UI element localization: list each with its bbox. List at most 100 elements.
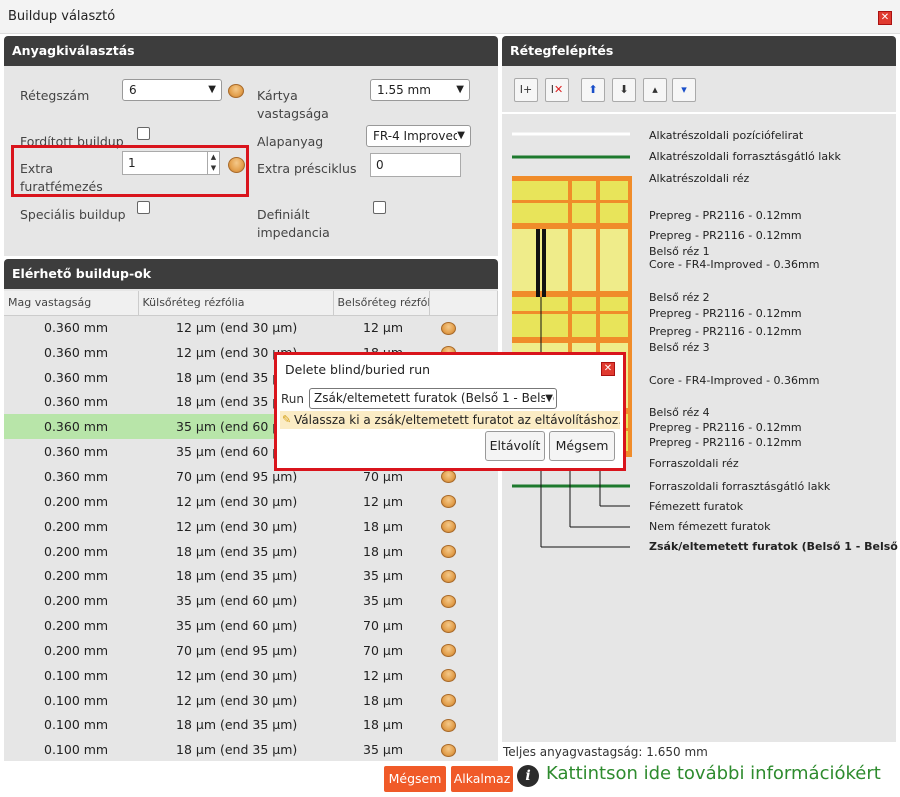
move-up-icon[interactable]: ⬆ bbox=[581, 78, 605, 102]
price-coin-icon[interactable] bbox=[441, 594, 456, 608]
table-row[interactable]: 0.200 mm 12 µm (end 30 µm) 18 µm bbox=[4, 514, 497, 539]
remove-button[interactable]: Eltávolít bbox=[485, 431, 545, 461]
table-cell: 0.200 mm bbox=[44, 642, 109, 658]
price-coin-icon[interactable] bbox=[441, 743, 456, 757]
impedance-checkbox[interactable] bbox=[373, 201, 386, 214]
base-material-label: Alapanyag bbox=[257, 134, 324, 149]
table-row[interactable]: 0.200 mm 70 µm (end 95 µm) 70 µm bbox=[4, 638, 497, 663]
table-cell: 35 µm bbox=[363, 568, 404, 584]
core-layer bbox=[572, 229, 596, 291]
material-panel-header: Anyagkiválasztás bbox=[4, 36, 498, 66]
table-cell: 35 µm bbox=[363, 742, 404, 758]
column-header[interactable]: Külsőréteg rézfólia bbox=[138, 291, 334, 316]
table-cell: 0.100 mm bbox=[44, 717, 109, 733]
price-cell[interactable] bbox=[429, 737, 497, 762]
apply-button[interactable]: Alkalmaz bbox=[451, 766, 513, 792]
price-cell[interactable] bbox=[429, 588, 497, 613]
info-icon[interactable]: i bbox=[517, 765, 539, 787]
table-row[interactable]: 0.200 mm 18 µm (end 35 µm) 35 µm bbox=[4, 563, 497, 588]
price-cell[interactable] bbox=[429, 713, 497, 738]
copper-layer bbox=[572, 291, 596, 297]
price-coin-icon[interactable] bbox=[441, 545, 456, 559]
base-material-select[interactable]: FR-4 Improved ▼ bbox=[366, 125, 471, 147]
close-dialog-icon[interactable]: ✕ bbox=[601, 362, 615, 376]
table-row[interactable]: 0.360 mm 12 µm (end 30 µm) 12 µm bbox=[4, 315, 497, 340]
table-row[interactable]: 0.200 mm 12 µm (end 30 µm) 12 µm bbox=[4, 489, 497, 514]
extra-press-input[interactable]: 0 bbox=[370, 153, 461, 177]
special-buildup-checkbox[interactable] bbox=[137, 201, 150, 214]
price-cell[interactable] bbox=[429, 638, 497, 663]
price-coin-icon[interactable] bbox=[441, 718, 456, 732]
delete-run-dialog: Delete blind/buried run ✕ Run Zsák/eltem… bbox=[274, 352, 626, 471]
copper-layer bbox=[512, 337, 568, 343]
price-cell[interactable] bbox=[429, 489, 497, 514]
price-coin-icon[interactable] bbox=[441, 644, 456, 658]
run-select[interactable]: Zsák/eltemetett furatok (Belső 1 - Belső… bbox=[309, 388, 557, 409]
table-row[interactable]: 0.100 mm 18 µm (end 35 µm) 35 µm bbox=[4, 737, 497, 762]
dialog-cancel-button[interactable]: Mégsem bbox=[549, 431, 615, 461]
column-header[interactable]: Mag vastagság bbox=[4, 291, 139, 316]
stackup-layer-label: Fémezett furatok bbox=[649, 500, 744, 513]
layer-down-icon[interactable]: ▾ bbox=[672, 78, 696, 102]
table-cell: 18 µm (end 35 µm) bbox=[176, 717, 298, 733]
add-drill-icon[interactable]: I+ bbox=[514, 78, 538, 102]
stackup-layer-label: Prepreg - PR2116 - 0.12mm bbox=[649, 307, 802, 320]
table-cell: 35 µm (end 60 µm) bbox=[176, 618, 298, 634]
move-down-icon[interactable]: ⬇ bbox=[612, 78, 636, 102]
table-row[interactable]: 0.100 mm 12 µm (end 30 µm) 12 µm bbox=[4, 663, 497, 688]
table-row[interactable]: 0.200 mm 35 µm (end 60 µm) 35 µm bbox=[4, 588, 497, 613]
table-row[interactable]: 0.200 mm 35 µm (end 60 µm) 70 µm bbox=[4, 613, 497, 638]
price-cell[interactable] bbox=[429, 613, 497, 638]
price-coin-icon[interactable] bbox=[441, 321, 456, 335]
price-coin-icon[interactable] bbox=[441, 619, 456, 633]
price-coin-icon[interactable] bbox=[441, 470, 456, 484]
price-coin-icon[interactable] bbox=[441, 569, 456, 583]
price-coin-icon[interactable] bbox=[441, 669, 456, 683]
stackup-layer-label: Forraszoldali réz bbox=[649, 457, 739, 470]
table-cell: 18 µm (end 35 µm) bbox=[176, 742, 298, 758]
table-row[interactable]: 0.100 mm 12 µm (end 30 µm) 18 µm bbox=[4, 688, 497, 713]
info-link[interactable]: Kattintson ide további információkért bbox=[546, 763, 881, 784]
price-cell[interactable] bbox=[429, 514, 497, 539]
total-thickness: Teljes anyagvastagság: 1.650 mm bbox=[503, 745, 708, 759]
table-cell: 12 µm (end 30 µm) bbox=[176, 692, 298, 708]
copper-layer bbox=[600, 176, 628, 181]
blind-via bbox=[542, 229, 546, 297]
prepreg-layer bbox=[600, 203, 628, 223]
close-window-icon[interactable]: ✕ bbox=[878, 11, 892, 25]
price-cell[interactable] bbox=[429, 315, 497, 340]
reversed-buildup-checkbox[interactable] bbox=[137, 127, 150, 140]
core-layer bbox=[600, 229, 628, 291]
stackup-layer-label: Zsák/eltemetett furatok (Belső 1 - Belső bbox=[649, 540, 898, 553]
column-header[interactable]: Belsőréteg rézfólia bbox=[333, 291, 430, 316]
remove-drill-icon[interactable]: I✕ bbox=[545, 78, 569, 102]
price-cell[interactable] bbox=[429, 563, 497, 588]
price-cell[interactable] bbox=[429, 663, 497, 688]
layer-count-select[interactable]: 6 ▼ bbox=[122, 79, 222, 101]
price-coin-icon[interactable] bbox=[441, 694, 456, 708]
layer-up-icon[interactable]: ▴ bbox=[643, 78, 667, 102]
price-cell[interactable] bbox=[429, 688, 497, 713]
copper-layer bbox=[600, 291, 628, 297]
extra-press-label: Extra présciklus bbox=[257, 161, 357, 176]
stackup-layer-label: Nem fémezett furatok bbox=[649, 520, 771, 533]
stackup-panel-header: Rétegfelépítés bbox=[502, 36, 896, 66]
table-row[interactable]: 0.100 mm 18 µm (end 35 µm) 18 µm bbox=[4, 713, 497, 738]
table-row[interactable]: 0.200 mm 18 µm (end 35 µm) 18 µm bbox=[4, 539, 497, 564]
copper-layer bbox=[512, 176, 568, 181]
price-coin-icon[interactable] bbox=[441, 495, 456, 509]
chevron-down-icon: ▼ bbox=[457, 126, 465, 146]
board-thickness-select[interactable]: 1.55 mm ▼ bbox=[370, 79, 470, 101]
table-cell: 0.360 mm bbox=[44, 320, 109, 336]
prepreg-layer bbox=[600, 314, 628, 337]
cancel-button[interactable]: Mégsem bbox=[384, 766, 446, 792]
chevron-down-icon: ▼ bbox=[545, 389, 553, 408]
prepreg-layer bbox=[512, 297, 568, 311]
price-cell[interactable] bbox=[429, 539, 497, 564]
table-cell: 0.360 mm bbox=[44, 394, 109, 410]
dialog-title: Delete blind/buried run bbox=[285, 362, 431, 377]
price-coin-icon[interactable] bbox=[441, 520, 456, 534]
stackup-layer-label: Forraszoldali forrasztásgátló lakk bbox=[649, 480, 831, 493]
prepreg-layer bbox=[512, 181, 568, 200]
stackup-layer-label: Prepreg - PR2116 - 0.12mm bbox=[649, 209, 802, 222]
